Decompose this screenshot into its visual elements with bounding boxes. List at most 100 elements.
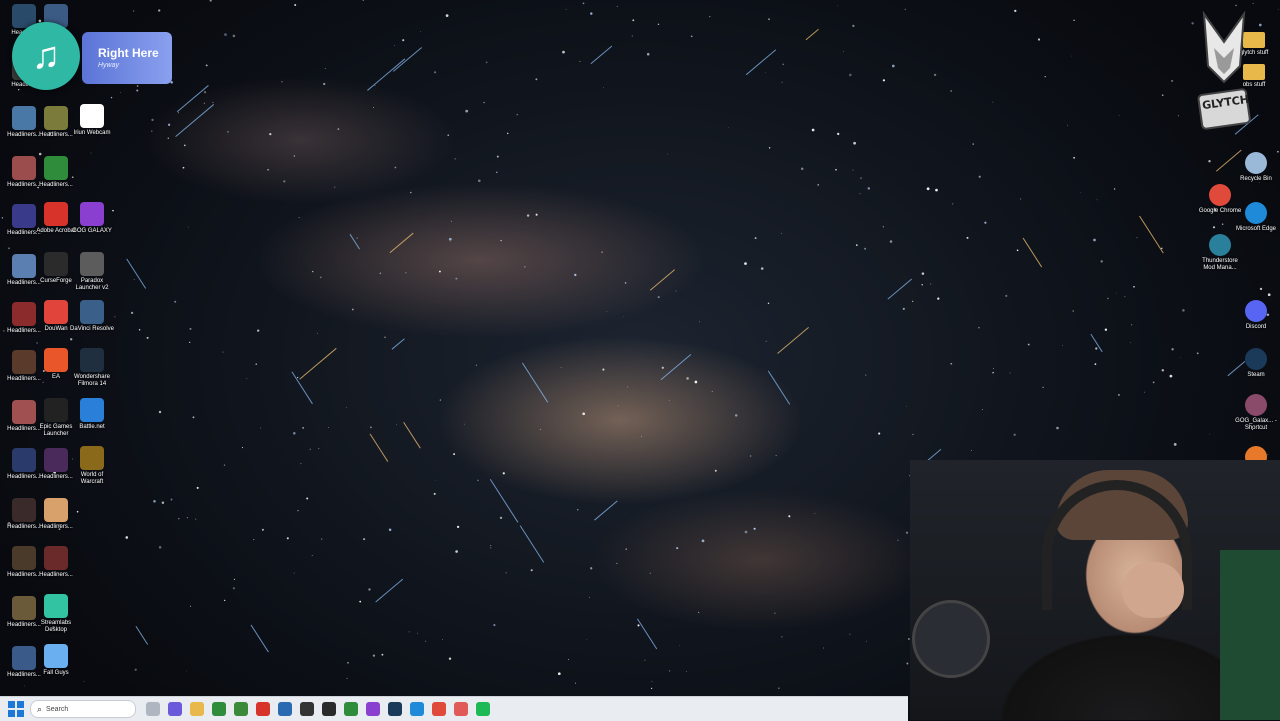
app-icon <box>44 252 68 276</box>
app-icon <box>44 106 68 130</box>
app-icon <box>12 156 36 180</box>
song-artist: Hyway <box>98 62 120 69</box>
app-icon <box>12 204 36 228</box>
app-icon <box>80 252 104 276</box>
desktop-icon-label: Microsoft Edge <box>1235 226 1277 232</box>
desktop-icon-left-16[interactable]: DaVinci Resolve <box>70 300 114 333</box>
taskbar-pinned-apps <box>142 702 494 716</box>
start-button[interactable] <box>8 701 24 717</box>
desktop-icon-left-13[interactable]: Paradox Launcher v2 <box>70 252 114 292</box>
desktop-icon-label: Discord <box>1245 324 1267 330</box>
taskbar: ⌕ Search <box>0 696 908 721</box>
app-icon <box>1245 152 1267 174</box>
app-icon <box>12 106 36 130</box>
desktop-icon-label: Thunderstore Mod Mana... <box>1202 258 1238 271</box>
app-icon <box>44 546 68 570</box>
acrobat-icon[interactable] <box>256 702 270 716</box>
desktop-icon-label: GOG_Galax... - Shortcut <box>1235 418 1277 431</box>
desktop-icon-right-8[interactable]: GOG_Galax... - Shortcut <box>1234 394 1278 432</box>
app-icon <box>1245 348 1267 370</box>
spotify-icon[interactable] <box>476 702 490 716</box>
app-icon <box>12 596 36 620</box>
search-icon: ⌕ <box>37 703 43 714</box>
app-icon <box>12 498 36 522</box>
app-icon <box>1245 300 1267 322</box>
search-placeholder: Search <box>46 705 69 713</box>
desktop-icon-left-33[interactable]: Fall Guys <box>34 644 78 677</box>
widgets-icon[interactable] <box>146 702 160 716</box>
desktop-icon-right-6[interactable]: Discord <box>1234 300 1278 331</box>
webcam-overlay <box>910 460 1280 720</box>
now-playing-toast[interactable]: ♫ Right Here Hyway <box>12 22 172 92</box>
app-icon <box>44 594 68 618</box>
microphone <box>912 600 990 678</box>
copilot-icon[interactable] <box>168 702 182 716</box>
desktop-icon-label: Headliners... <box>39 524 73 530</box>
app-icon <box>80 202 104 226</box>
desktop-icon-right-2[interactable]: Recycle Bin <box>1234 152 1278 183</box>
gog-icon[interactable] <box>366 702 380 716</box>
app-icon <box>44 300 68 324</box>
desktop-icon-left-29[interactable]: Headliners... <box>34 546 78 579</box>
app-icon <box>12 646 36 670</box>
desktop-icon-left-25[interactable]: World of Warcraft <box>70 446 114 486</box>
desktop-icon-left-10[interactable]: GOG GALAXY <box>70 202 114 235</box>
desktop-icon-label: Steam <box>1247 372 1265 378</box>
desktop-icon-label: Headliners... <box>39 182 73 188</box>
app-icon <box>12 302 36 326</box>
app-icon <box>1209 184 1231 206</box>
app-icon <box>44 156 68 180</box>
desktop-icon-left-31[interactable]: Streamlabs Desktop <box>34 594 78 634</box>
app-icon <box>80 398 104 422</box>
app-icon <box>12 546 36 570</box>
desktop-icon-right-4[interactable]: Microsoft Edge <box>1234 202 1278 233</box>
steam-icon[interactable] <box>322 702 336 716</box>
desktop-icon-label: Streamlabs Desktop <box>40 620 72 633</box>
music-note-icon: ♫ <box>12 22 80 90</box>
app-icon <box>80 104 104 128</box>
obs-icon[interactable] <box>300 702 314 716</box>
desktop-icon-left-27[interactable]: Headliners... <box>34 498 78 531</box>
desktop-icon-left-19[interactable]: Wondershare Filmora 14 <box>70 348 114 388</box>
discord-icon[interactable] <box>454 702 468 716</box>
desktop-icon-label: Battle.net <box>79 424 105 430</box>
person-hand <box>1122 562 1184 618</box>
app-icon <box>80 348 104 372</box>
desktop-icon-left-5[interactable]: Iriun Webcam <box>70 104 114 137</box>
app-icon <box>12 254 36 278</box>
edge-icon[interactable] <box>410 702 424 716</box>
desktop-icon-label: World of Warcraft <box>80 472 104 485</box>
app-icon <box>44 498 68 522</box>
xbox-app-icon[interactable] <box>344 702 358 716</box>
desktop-icon-label: Wondershare Filmora 14 <box>74 374 110 387</box>
calculator-icon[interactable] <box>278 702 292 716</box>
app-icon <box>1245 202 1267 224</box>
desktop-icon-label: Paradox Launcher v2 <box>75 278 109 291</box>
xbox-icon[interactable] <box>212 702 226 716</box>
terminal-icon[interactable] <box>234 702 248 716</box>
desktop-icon-label: GOG GALAXY <box>72 228 112 234</box>
file-explorer-icon[interactable] <box>190 702 204 716</box>
app-icon <box>80 300 104 324</box>
desktop-icon-right-7[interactable]: Steam <box>1234 348 1278 379</box>
desktop-icon-label: Iriun Webcam <box>73 130 111 136</box>
steam-blue-icon[interactable] <box>388 702 402 716</box>
app-icon <box>12 448 36 472</box>
app-icon <box>1245 394 1267 416</box>
app-icon <box>12 350 36 374</box>
app-icon <box>12 400 36 424</box>
glytch-fox-logo <box>1197 10 1251 130</box>
desktop-icon-left-22[interactable]: Battle.net <box>70 398 114 431</box>
desktop-icon-label: Fall Guys <box>43 670 69 676</box>
taskbar-search[interactable]: ⌕ Search <box>30 700 136 718</box>
desktop-icon-right-5[interactable]: Thunderstore Mod Mana... <box>1198 234 1242 272</box>
app-icon <box>80 446 104 470</box>
chrome-icon[interactable] <box>432 702 446 716</box>
app-icon <box>44 644 68 668</box>
gaming-chair <box>1220 550 1280 720</box>
app-icon <box>1209 234 1231 256</box>
desktop-icon-left-7[interactable]: Headliners... <box>34 156 78 189</box>
app-icon <box>44 448 68 472</box>
desktop-icon-label: DaVinci Resolve <box>70 326 114 332</box>
app-icon <box>44 202 68 226</box>
